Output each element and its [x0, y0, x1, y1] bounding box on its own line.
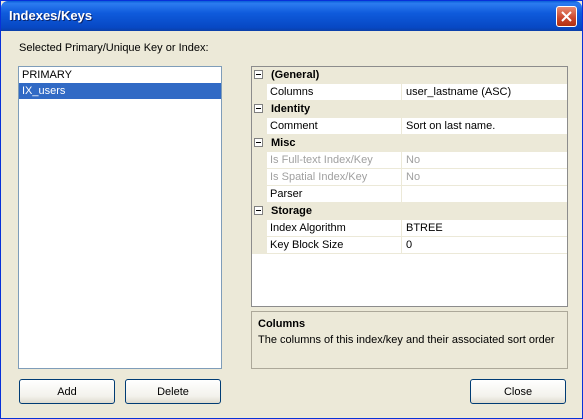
title-bar[interactable]: Indexes/Keys [1, 1, 582, 31]
property-name: Columns [267, 84, 402, 101]
property-row-parser[interactable]: Parser [252, 186, 567, 203]
list-item-primary[interactable]: PRIMARY [19, 67, 221, 83]
add-button[interactable]: Add [19, 379, 115, 404]
selected-key-label: Selected Primary/Unique Key or Index: [19, 42, 209, 54]
collapse-icon[interactable] [254, 104, 263, 113]
category-general[interactable]: (General) [252, 67, 567, 84]
close-icon [561, 11, 572, 22]
collapse-icon[interactable] [254, 70, 263, 79]
category-identity[interactable]: Identity [252, 101, 567, 118]
description-title: Columns [258, 318, 306, 330]
collapse-icon[interactable] [254, 138, 263, 147]
category-misc[interactable]: Misc [252, 135, 567, 152]
window-close-button[interactable] [556, 6, 577, 27]
property-name: Index Algorithm [267, 220, 402, 237]
property-grid[interactable]: (General) Columns user_lastname (ASC) Id… [251, 66, 568, 307]
category-storage[interactable]: Storage [252, 203, 567, 220]
property-name: Parser [267, 186, 402, 203]
window-title: Indexes/Keys [9, 8, 93, 23]
keys-listbox[interactable]: PRIMARY IX_users [18, 66, 222, 369]
property-value: No [406, 154, 421, 166]
property-row-key-block-size[interactable]: Key Block Size 0 [252, 237, 567, 254]
property-row-comment[interactable]: Comment Sort on last name. [252, 118, 567, 135]
indexes-keys-dialog: Indexes/Keys Selected Primary/Unique Key… [0, 0, 583, 419]
property-name: Is Full-text Index/Key [267, 152, 402, 169]
list-item-ix-users[interactable]: IX_users [19, 83, 221, 99]
description-text: The columns of this index/key and their … [258, 334, 555, 346]
property-name: Key Block Size [267, 237, 402, 254]
property-value[interactable] [402, 186, 567, 203]
property-row-index-algorithm[interactable]: Index Algorithm BTREE [252, 220, 567, 237]
property-row-fulltext: Is Full-text Index/Key No [252, 152, 567, 169]
property-value[interactable]: BTREE [402, 220, 567, 237]
property-description-panel: Columns The columns of this index/key an… [251, 311, 568, 369]
delete-button[interactable]: Delete [125, 379, 221, 404]
property-value[interactable]: user_lastname (ASC) [402, 84, 567, 101]
property-value[interactable]: 0 [402, 237, 567, 254]
property-row-columns[interactable]: Columns user_lastname (ASC) [252, 84, 567, 101]
property-value: No [406, 171, 421, 183]
property-name: Comment [267, 118, 402, 135]
property-row-spatial: Is Spatial Index/Key No [252, 169, 567, 186]
collapse-icon[interactable] [254, 206, 263, 215]
property-name: Is Spatial Index/Key [267, 169, 402, 186]
property-value[interactable]: Sort on last name. [402, 118, 567, 135]
close-button[interactable]: Close [470, 379, 566, 404]
